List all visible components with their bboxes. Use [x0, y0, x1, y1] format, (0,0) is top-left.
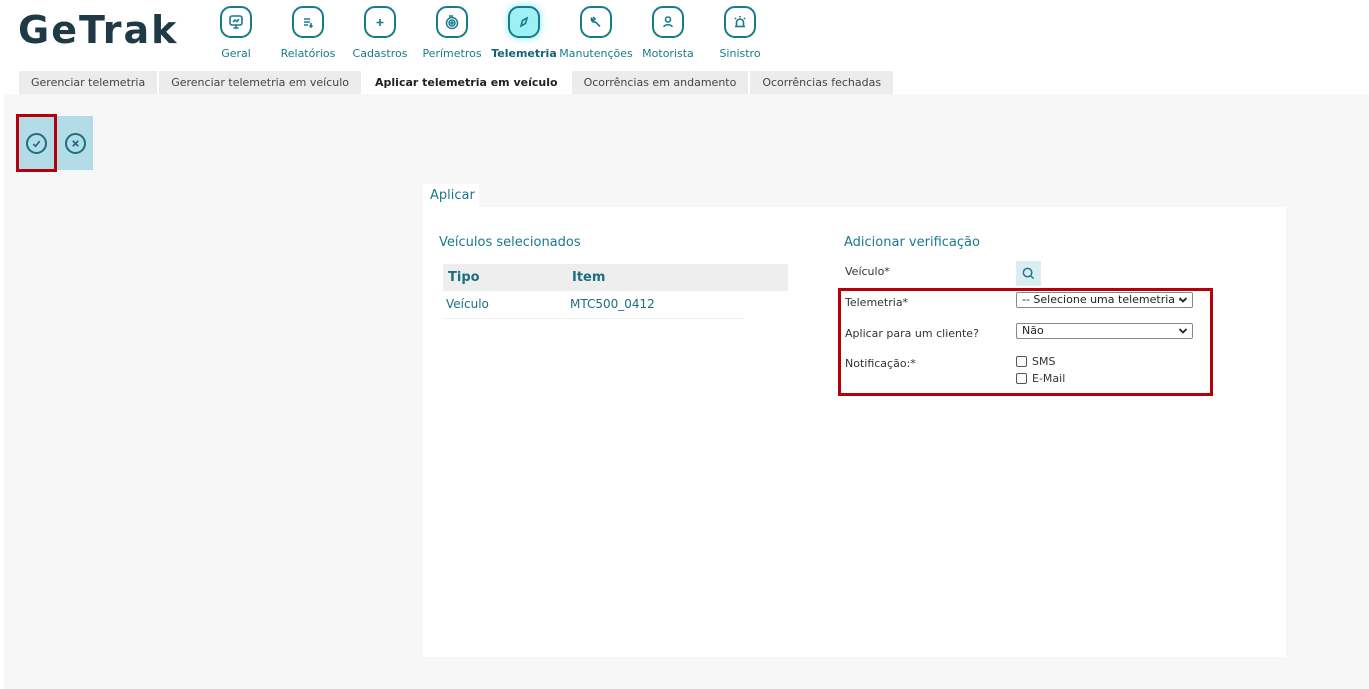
chevron-down-icon: [1178, 328, 1188, 334]
compass-icon: [508, 6, 540, 38]
nav-item-perimetros[interactable]: Perímetros: [416, 4, 488, 60]
x-circle-icon: [64, 132, 86, 154]
folder-plus-icon: [364, 6, 396, 38]
monitor-chart-icon: [220, 6, 252, 38]
tab-ocorrencias-fechadas[interactable]: Ocorrências fechadas: [750, 71, 894, 94]
selected-vehicles-title: Veículos selecionados: [439, 235, 581, 250]
chevron-down-icon: [1178, 297, 1188, 303]
telemetria-select[interactable]: -- Selecione uma telemetria --: [1016, 292, 1193, 308]
app-header: GeTrak Geral Relatórios Cadastros Períme…: [0, 0, 1369, 70]
nav-label: Perímetros: [422, 47, 482, 60]
nav-item-geral[interactable]: Geral: [200, 4, 272, 60]
email-label: E-Mail: [1032, 372, 1066, 385]
nav-item-sinistro[interactable]: Sinistro: [704, 4, 776, 60]
cliente-select-value: Não: [1022, 324, 1044, 337]
telemetria-label: Telemetria*: [845, 296, 909, 309]
sms-option: SMS: [1016, 355, 1055, 368]
nav-item-cadastros[interactable]: Cadastros: [344, 4, 416, 60]
nav-label: Sinistro: [719, 47, 761, 60]
alarm-icon: [724, 6, 756, 38]
tab-gerenciar-telemetria[interactable]: Gerenciar telemetria: [19, 71, 158, 94]
nav-item-motorista[interactable]: Motorista: [632, 4, 704, 60]
nav-label: Manutenções: [559, 47, 633, 60]
telemetria-select-value: -- Selecione uma telemetria --: [1022, 293, 1187, 306]
app-logo: GeTrak: [18, 8, 179, 52]
report-icon: [292, 6, 324, 38]
nav-label: Geral: [221, 47, 251, 60]
cancel-button[interactable]: [57, 116, 93, 170]
search-icon: [1022, 267, 1035, 280]
cliente-select[interactable]: Não: [1016, 323, 1193, 339]
sms-label: SMS: [1032, 355, 1056, 368]
nav-item-manutencoes[interactable]: Manutenções: [559, 4, 633, 60]
driver-icon: [652, 6, 684, 38]
nav-label: Cadastros: [352, 47, 408, 60]
tab-ocorrencias-andamento[interactable]: Ocorrências em andamento: [571, 71, 749, 94]
veiculo-label: Veículo*: [845, 265, 890, 278]
nav-item-relatorios[interactable]: Relatórios: [272, 4, 344, 60]
nav-item-telemetria[interactable]: Telemetria: [488, 4, 560, 60]
check-circle-icon: [26, 132, 47, 154]
vehicle-search-button[interactable]: [1016, 261, 1041, 286]
column-header-item: Item: [572, 270, 606, 285]
table-header: Tipo Item: [443, 264, 788, 291]
cliente-label: Aplicar para um cliente?: [845, 327, 979, 340]
panel-tab-aplicar[interactable]: Aplicar: [423, 184, 479, 207]
cell-item: MTC500_0412: [570, 297, 655, 311]
wrench-icon: [580, 6, 612, 38]
perimeter-icon: [436, 6, 468, 38]
main-nav: Geral Relatórios Cadastros Perímetros Te…: [200, 4, 776, 60]
cell-tipo: Veículo: [446, 297, 489, 311]
tab-gerenciar-telemetria-veiculo[interactable]: Gerenciar telemetria em veículo: [159, 71, 362, 94]
column-header-tipo: Tipo: [448, 270, 480, 285]
notificacao-label: Notificação:*: [845, 357, 916, 370]
email-option: E-Mail: [1016, 372, 1065, 385]
confirm-button[interactable]: [16, 114, 57, 172]
sub-tabs: Gerenciar telemetria Gerenciar telemetri…: [19, 71, 895, 94]
nav-label: Telemetria: [491, 47, 557, 60]
email-checkbox[interactable]: [1016, 373, 1027, 384]
nav-label: Relatórios: [280, 47, 336, 60]
sms-checkbox[interactable]: [1016, 356, 1027, 367]
row-divider: [443, 318, 743, 319]
add-verification-title: Adicionar verificação: [844, 235, 980, 250]
nav-label: Motorista: [642, 47, 694, 60]
tab-aplicar-telemetria-veiculo[interactable]: Aplicar telemetria em veículo: [363, 71, 570, 94]
